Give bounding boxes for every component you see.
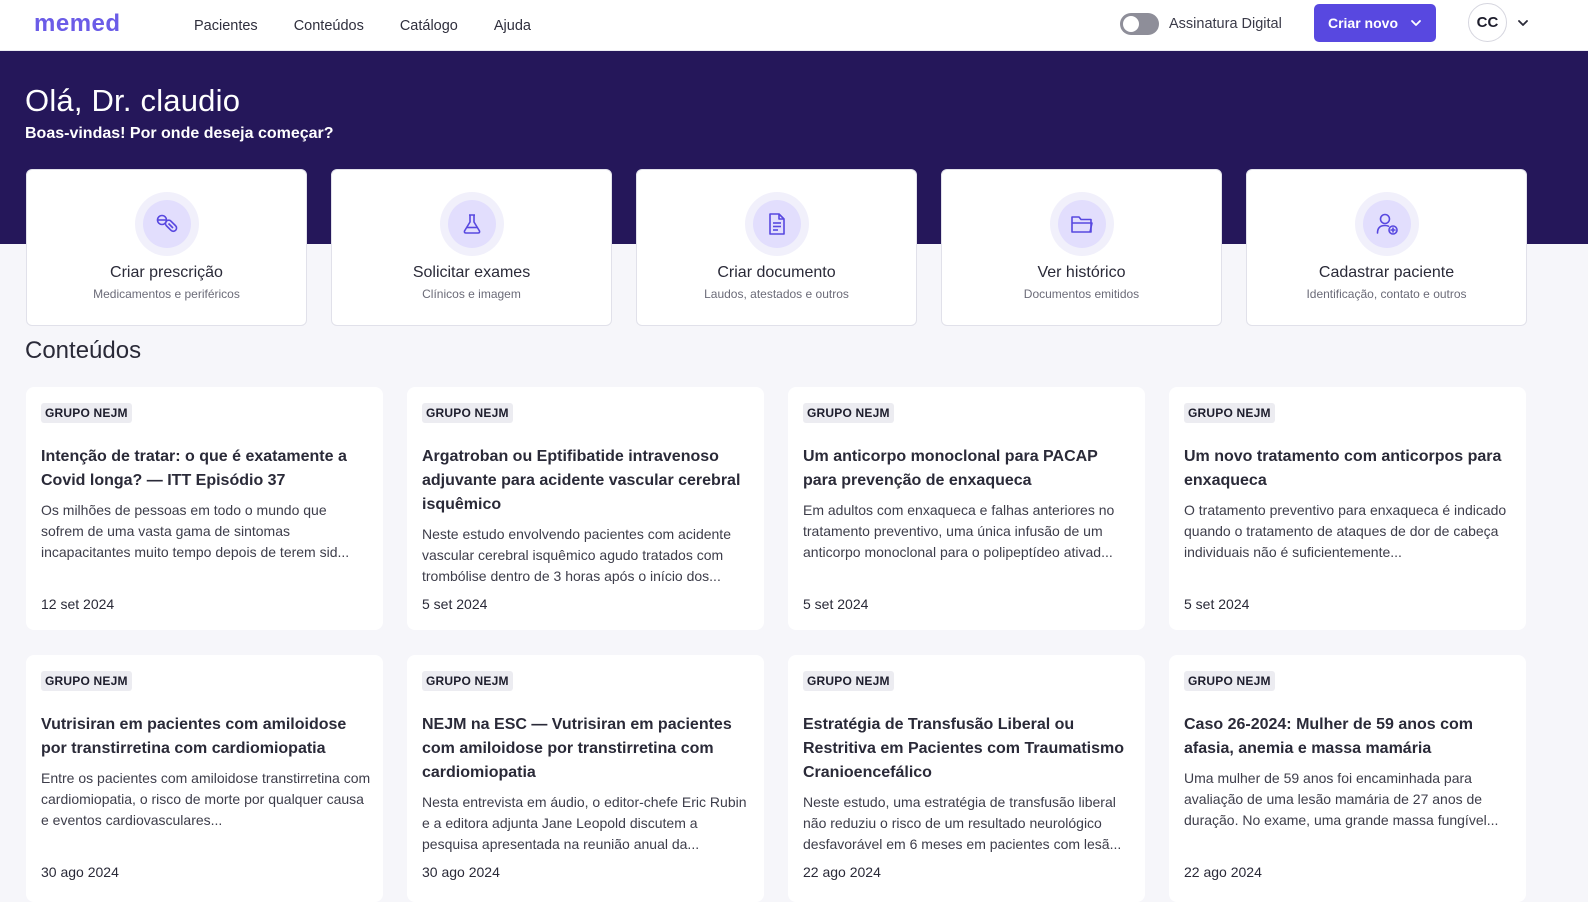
source-tag: GRUPO NEJM	[41, 403, 132, 423]
card-date: 30 ago 2024	[422, 864, 500, 880]
card-date: 5 set 2024	[1184, 596, 1250, 612]
card-description: Neste estudo, uma estratégia de transfus…	[803, 794, 1122, 852]
user-avatar[interactable]: CC	[1468, 3, 1507, 42]
main-nav: Pacientes Conteúdos Catálogo Ajuda	[194, 0, 531, 51]
action-subtitle: Identificação, contato e outros	[1306, 287, 1467, 301]
nav-catalogo[interactable]: Catálogo	[400, 18, 458, 34]
greeting: Olá, Dr. claudio	[25, 83, 241, 118]
content-card[interactable]: GRUPO NEJM Intenção de tratar: o que é e…	[26, 387, 383, 630]
card-title: NEJM na ESC — Vutrisiran em pacientes co…	[422, 716, 732, 781]
create-new-label: Criar novo	[1327, 15, 1398, 31]
action-create-document[interactable]: Criar documento Laudos, atestados e outr…	[636, 169, 917, 326]
action-subtitle: Medicamentos e periféricos	[93, 287, 240, 301]
chevron-down-icon	[1411, 20, 1421, 26]
digital-signature: Assinatura Digital	[1120, 11, 1282, 37]
welcome-subtitle: Boas-vindas! Por onde deseja começar?	[25, 125, 334, 142]
content-card[interactable]: GRUPO NEJM Caso 26-2024: Mulher de 59 an…	[1169, 655, 1526, 902]
card-description: Os milhões de pessoas em todo o mundo qu…	[41, 502, 350, 560]
content-card[interactable]: GRUPO NEJM Vutrisiran em pacientes com a…	[26, 655, 383, 902]
content-card[interactable]: GRUPO NEJM Um novo tratamento com antico…	[1169, 387, 1526, 630]
card-description: Neste estudo envolvendo pacientes com ac…	[422, 526, 731, 584]
flask-icon	[463, 214, 481, 234]
action-title: Criar prescrição	[110, 264, 223, 281]
memed-logo[interactable]: memed	[34, 11, 146, 37]
nav-ajuda[interactable]: Ajuda	[494, 18, 531, 34]
card-date: 5 set 2024	[803, 596, 869, 612]
logo-mark: memed	[34, 12, 121, 36]
action-title: Criar documento	[717, 264, 836, 281]
card-date: 12 set 2024	[41, 596, 115, 612]
card-description: Uma mulher de 59 anos foi encaminhada pa…	[1184, 770, 1499, 828]
source-tag: GRUPO NEJM	[803, 671, 894, 691]
svg-text:memed: memed	[34, 12, 121, 36]
source-tag: GRUPO NEJM	[1184, 403, 1275, 423]
card-description: O tratamento preventivo para enxaqueca é…	[1184, 502, 1507, 560]
top-navbar: memed Pacientes Conteúdos Catálogo Ajuda…	[0, 0, 1588, 51]
card-title: Vutrisiran em pacientes com amiloidose p…	[41, 716, 347, 757]
action-register-patient[interactable]: Cadastrar paciente Identificação, contat…	[1246, 169, 1527, 326]
card-title: Caso 26-2024: Mulher de 59 anos com afas…	[1184, 716, 1473, 757]
digital-signature-toggle[interactable]	[1120, 13, 1159, 35]
nav-conteudos[interactable]: Conteúdos	[294, 18, 364, 34]
content-card[interactable]: GRUPO NEJM NEJM na ESC — Vutrisiran em p…	[407, 655, 764, 902]
card-title: Argatroban ou Eptifibatide intravenoso a…	[422, 448, 741, 513]
source-tag: GRUPO NEJM	[422, 671, 513, 691]
source-tag: GRUPO NEJM	[422, 403, 513, 423]
card-title: Um novo tratamento com anticorpos para e…	[1184, 448, 1502, 489]
digital-signature-label: Assinatura Digital	[1169, 16, 1282, 32]
nav-pacientes[interactable]: Pacientes	[194, 18, 258, 34]
pills-icon	[156, 214, 178, 233]
action-subtitle: Laudos, atestados e outros	[704, 287, 849, 301]
action-request-exams[interactable]: Solicitar exames Clínicos e imagem	[331, 169, 612, 326]
document-icon	[769, 213, 785, 235]
folder-icon	[1071, 216, 1093, 233]
user-menu-chevron-icon[interactable]	[1516, 16, 1530, 30]
create-new-button[interactable]: Criar novo	[1314, 4, 1436, 42]
action-create-prescription[interactable]: Criar prescrição Medicamentos e periféri…	[26, 169, 307, 326]
card-date: 5 set 2024	[422, 596, 488, 612]
card-date: 30 ago 2024	[41, 864, 119, 880]
card-description: Entre os pacientes com amiloidose transt…	[41, 770, 371, 828]
card-title: Estratégia de Transfusão Liberal ou Rest…	[803, 716, 1125, 781]
card-title: Um anticorpo monoclonal para PACAP para …	[803, 448, 1098, 489]
action-subtitle: Clínicos e imagem	[422, 287, 521, 301]
add-user-icon	[1376, 213, 1398, 235]
content-card[interactable]: GRUPO NEJM Um anticorpo monoclonal para …	[788, 387, 1145, 630]
action-view-history[interactable]: Ver histórico Documentos emitidos	[941, 169, 1222, 326]
toggle-knob	[1123, 16, 1139, 32]
action-title: Ver histórico	[1037, 264, 1126, 281]
source-tag: GRUPO NEJM	[41, 671, 132, 691]
card-description: Em adultos com enxaqueca e falhas anteri…	[803, 502, 1115, 560]
action-subtitle: Documentos emitidos	[1023, 287, 1140, 301]
source-tag: GRUPO NEJM	[1184, 671, 1275, 691]
card-date: 22 ago 2024	[1184, 864, 1262, 880]
card-date: 22 ago 2024	[803, 864, 881, 880]
source-tag: GRUPO NEJM	[803, 403, 894, 423]
quick-actions: Criar prescrição Medicamentos e periféri…	[26, 169, 1527, 326]
content-card[interactable]: GRUPO NEJM Argatroban ou Eptifibatide in…	[407, 387, 764, 630]
card-title: Intenção de tratar: o que é exatamente a…	[41, 448, 347, 489]
content-card[interactable]: GRUPO NEJM Estratégia de Transfusão Libe…	[788, 655, 1145, 902]
user-initials: CC	[1476, 14, 1499, 31]
contents-section-title: Conteúdos	[25, 337, 142, 364]
card-description: Nesta entrevista em áudio, o editor-chef…	[422, 794, 747, 852]
action-title: Solicitar exames	[412, 264, 531, 281]
action-title: Cadastrar paciente	[1318, 264, 1455, 281]
